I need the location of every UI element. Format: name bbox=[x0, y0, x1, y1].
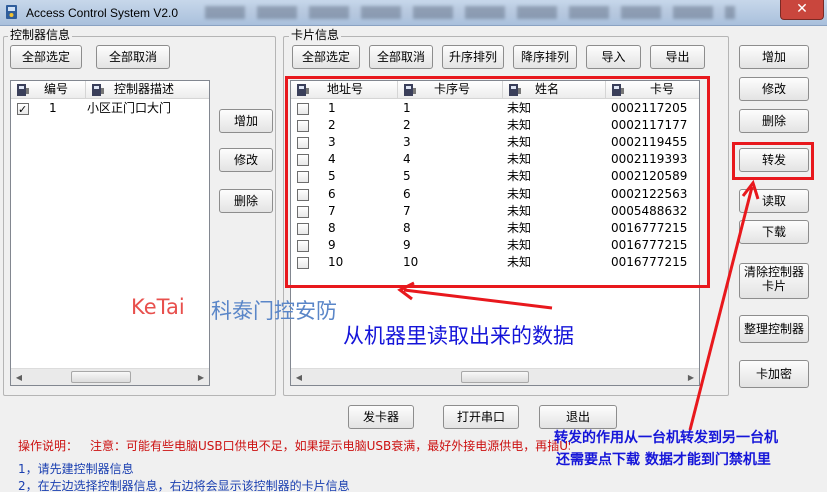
card-group-label: 卡片信息 bbox=[289, 28, 342, 42]
controller-row-desc: 小区正门口大门 bbox=[87, 101, 172, 115]
sort-asc-button[interactable]: 升序排列 bbox=[442, 45, 504, 69]
card-list-highlight bbox=[285, 76, 710, 288]
download-button[interactable]: 下载 bbox=[739, 220, 809, 244]
controller-list-header: 编号 控制器描述 bbox=[11, 81, 209, 99]
forward-annotation-line-2: 还需要点下载 数据才能到门禁机里 bbox=[556, 452, 771, 468]
scroll-thumb[interactable] bbox=[71, 371, 131, 383]
card-delete-button[interactable]: 删除 bbox=[739, 109, 809, 133]
controller-select-all-button[interactable]: 全部选定 bbox=[10, 45, 82, 69]
read-button[interactable]: 读取 bbox=[739, 189, 809, 213]
status-step-1: 1，请先建控制器信息 bbox=[18, 462, 134, 476]
column-header-id[interactable]: 编号 bbox=[11, 81, 86, 99]
controller-row-id: 1 bbox=[49, 101, 57, 115]
desc-column-icon bbox=[92, 84, 104, 96]
card-encrypt-button[interactable]: 卡加密 bbox=[739, 360, 809, 388]
scroll-left-icon[interactable]: ◀ bbox=[11, 370, 27, 385]
controller-delete-button[interactable]: 删除 bbox=[219, 189, 273, 213]
controller-row[interactable]: 1 小区正门口大门 bbox=[11, 100, 209, 118]
status-prefix: 操作说明： bbox=[18, 439, 79, 453]
open-port-button[interactable]: 打开串口 bbox=[443, 405, 519, 429]
column-header-desc[interactable]: 控制器描述 bbox=[86, 81, 209, 99]
card-modify-button[interactable]: 修改 bbox=[739, 77, 809, 101]
exit-button[interactable]: 退出 bbox=[539, 405, 617, 429]
controller-group-label: 控制器信息 bbox=[8, 28, 73, 42]
close-button[interactable]: ✕ bbox=[780, 0, 824, 20]
close-icon: ✕ bbox=[796, 1, 808, 17]
card-issuer-button[interactable]: 发卡器 bbox=[348, 405, 414, 429]
status-step-2: 2，在左边选择控制器信息，右边将会显示该控制器的卡片信息 bbox=[18, 479, 350, 492]
forward-annotation-line-1: 转发的作用从一台机转发到另一台机 bbox=[554, 430, 778, 446]
watermark-en: KeTai bbox=[131, 295, 185, 319]
watermark-cn: 科泰门控安防 bbox=[211, 299, 337, 323]
controller-add-button[interactable]: 增加 bbox=[219, 109, 273, 133]
scroll-right-icon[interactable]: ▶ bbox=[193, 370, 209, 385]
card-select-all-button[interactable]: 全部选定 bbox=[292, 45, 360, 69]
blurred-title-region bbox=[205, 6, 735, 19]
controller-list[interactable]: 编号 控制器描述 1 小区正门口大门 ◀ ▶ bbox=[10, 80, 210, 386]
scroll-right-icon[interactable]: ▶ bbox=[683, 370, 699, 385]
card-add-button[interactable]: 增加 bbox=[739, 45, 809, 69]
organize-controller-button[interactable]: 整理控制器 bbox=[739, 315, 809, 343]
scroll-left-icon[interactable]: ◀ bbox=[291, 370, 307, 385]
controller-modify-button[interactable]: 修改 bbox=[219, 148, 273, 172]
forward-button-highlight bbox=[732, 142, 814, 180]
scroll-thumb[interactable] bbox=[461, 371, 529, 383]
title-bar: Access Control System V2.0 ✕ bbox=[0, 0, 827, 26]
card-deselect-all-button[interactable]: 全部取消 bbox=[369, 45, 433, 69]
status-note: 注意：可能有些电脑USB口供电不足，如果提示电脑USB衰满，最好外接电源供电，再… bbox=[90, 439, 570, 453]
clear-controller-card-button[interactable]: 清除控制器卡片 bbox=[739, 263, 809, 299]
sort-desc-button[interactable]: 降序排列 bbox=[513, 45, 577, 69]
controller-list-scrollbar[interactable]: ◀ ▶ bbox=[11, 368, 209, 385]
id-column-icon bbox=[17, 84, 29, 96]
data-annotation: 从机器里读取出来的数据 bbox=[343, 324, 574, 348]
controller-deselect-all-button[interactable]: 全部取消 bbox=[96, 45, 170, 69]
import-button[interactable]: 导入 bbox=[586, 45, 641, 69]
card-list-scrollbar[interactable]: ◀ ▶ bbox=[291, 368, 699, 385]
export-button[interactable]: 导出 bbox=[650, 45, 705, 69]
controller-row-checkbox[interactable] bbox=[17, 101, 29, 118]
app-icon bbox=[6, 5, 17, 19]
window-title: Access Control System V2.0 bbox=[26, 6, 179, 20]
